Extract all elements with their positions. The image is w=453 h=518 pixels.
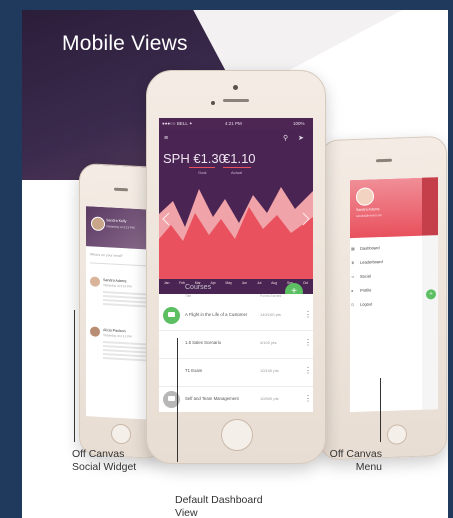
- home-button[interactable]: [111, 423, 131, 445]
- folder-glyph: [168, 396, 175, 401]
- post-time: Yesterday at 2:12 PM: [103, 333, 132, 339]
- divider: [90, 262, 154, 267]
- more-options-icon[interactable]: ⋮: [304, 366, 312, 376]
- menu-item-leaderboard[interactable]: ♛ Leaderboard: [351, 259, 383, 265]
- battery: 100%: [293, 121, 305, 126]
- course-points: 140/100 pts: [260, 312, 281, 317]
- share-icon: ⋖: [351, 274, 355, 280]
- folder-icon: [163, 307, 180, 324]
- more-options-icon[interactable]: ⋮: [304, 338, 312, 348]
- course-title: T1 Exam: [185, 368, 203, 373]
- caption-left: Off Canvas Social Widget: [72, 448, 137, 473]
- search-icon[interactable]: ⚲: [283, 134, 288, 142]
- frame: Mobile Views Sandra Kelly Yesterday at 3…: [0, 0, 453, 518]
- course-points: 4/100 pts: [260, 340, 277, 345]
- trophy-icon: ♛: [351, 260, 355, 266]
- menu-label: Logout: [360, 301, 373, 307]
- clock: 4:21 PM: [225, 121, 242, 126]
- menu-item-social[interactable]: ⋖ Social: [351, 273, 371, 279]
- menu-item-dashboard[interactable]: ▦ Dashboard: [351, 245, 380, 251]
- course-title: 1.5 Sales Scenario: [185, 340, 222, 345]
- x-tick-label: Aug: [271, 281, 278, 285]
- menu-item-logout[interactable]: ⏻ Logout: [351, 301, 373, 307]
- course-title: Self and Team Management: [185, 396, 239, 401]
- caption-right: Off Canvas Menu: [329, 448, 382, 473]
- carrier: ●●●○○ BELL ✦: [162, 121, 193, 126]
- home-button[interactable]: [387, 424, 407, 445]
- avatar: [90, 326, 100, 337]
- guide-line-left: [74, 310, 75, 442]
- sensor: [211, 101, 215, 105]
- right-phone: Sandra Adams sandra@email.com + ▦ Dashboa…: [320, 135, 447, 461]
- course-row[interactable]: 1.5 Sales Scenario 4/100 pts ⋮: [159, 330, 313, 359]
- column-points: Points Earned: [260, 294, 282, 298]
- avatar[interactable]: [91, 216, 105, 232]
- menu-label: Dashboard: [360, 245, 380, 251]
- camera: [233, 85, 238, 90]
- courses-panel: Courses Title Points Earned A Flight in …: [159, 284, 313, 412]
- guide-line-right: [380, 378, 381, 442]
- right-phone-screen: Sandra Adams sandra@email.com + ▦ Dashboa…: [350, 177, 438, 413]
- actual-underline: [223, 167, 251, 168]
- x-tick-label: Jan: [163, 281, 170, 285]
- course-points: 10/500 pts: [260, 396, 279, 401]
- grid-icon: ▦: [351, 246, 355, 252]
- course-row[interactable]: Self and Team Management 10/500 pts ⋮: [159, 386, 313, 412]
- actual-value: €1.10: [223, 151, 256, 166]
- canvas-edge-chart: [422, 177, 438, 236]
- caption-center: Default Dashboard View: [175, 494, 263, 518]
- course-row[interactable]: A Flight in the Life of a Customer 140/10…: [159, 302, 313, 331]
- page-title: Mobile Views: [62, 32, 188, 55]
- menu-label: Leaderboard: [360, 259, 383, 265]
- course-title: A Flight in the Life of a Customer: [185, 312, 248, 317]
- speaker: [223, 99, 249, 102]
- more-options-icon[interactable]: ⋮: [304, 394, 312, 404]
- speaker: [114, 187, 128, 192]
- column-title: Title: [185, 294, 192, 298]
- home-button[interactable]: [221, 419, 253, 451]
- dashboard-screen: ●●●○○ BELL ✦ 4:21 PM 100% ≡ ⚲ ➤ SPH €1.3…: [159, 118, 313, 412]
- area-chart: [159, 187, 313, 279]
- x-tick-label: Apr: [210, 281, 216, 285]
- goal-value: SPH €1.30: [163, 151, 226, 166]
- goal-underline: [189, 167, 215, 168]
- menu-label: Profile: [360, 287, 372, 293]
- status-bar: ●●●○○ BELL ✦ 4:21 PM 100%: [159, 118, 313, 129]
- course-row[interactable]: T1 Exam 10/100 pts ⋮: [159, 358, 313, 387]
- menu-label: Social: [360, 273, 371, 279]
- folder-glyph: [168, 312, 175, 317]
- x-tick-label: Jul: [256, 281, 262, 285]
- course-points: 10/100 pts: [260, 368, 279, 373]
- post-time: Yesterday at 3:15 PM: [103, 283, 132, 289]
- more-options-icon[interactable]: ⋮: [304, 310, 312, 320]
- x-tick-label: May: [225, 281, 232, 285]
- courses-title: Courses: [185, 284, 212, 291]
- post-body: [103, 291, 151, 296]
- dashboard-header: ≡ ⚲ ➤ SPH €1.30 Goal €1.10 Actual Jan Fe…: [159, 129, 313, 294]
- user-icon: ●: [351, 288, 354, 294]
- avatar: [90, 276, 100, 287]
- x-tick-label: Oct: [302, 281, 309, 285]
- post-body: [103, 341, 151, 346]
- guide-line-center: [177, 338, 178, 462]
- x-tick-label: Jun: [241, 281, 248, 285]
- speaker: [376, 158, 392, 163]
- send-icon[interactable]: ➤: [298, 134, 304, 142]
- user-name: Sandra Adams: [356, 207, 380, 212]
- infographic-card: Mobile Views Sandra Kelly Yesterday at 3…: [22, 10, 448, 518]
- center-phone: ●●●○○ BELL ✦ 4:21 PM 100% ≡ ⚲ ➤ SPH €1.3…: [146, 70, 326, 464]
- menu-item-profile[interactable]: ● Profile: [351, 287, 372, 293]
- post-input[interactable]: What's on your mind?: [90, 252, 123, 258]
- power-icon: ⏻: [351, 302, 355, 308]
- hamburger-icon[interactable]: ≡: [164, 135, 168, 142]
